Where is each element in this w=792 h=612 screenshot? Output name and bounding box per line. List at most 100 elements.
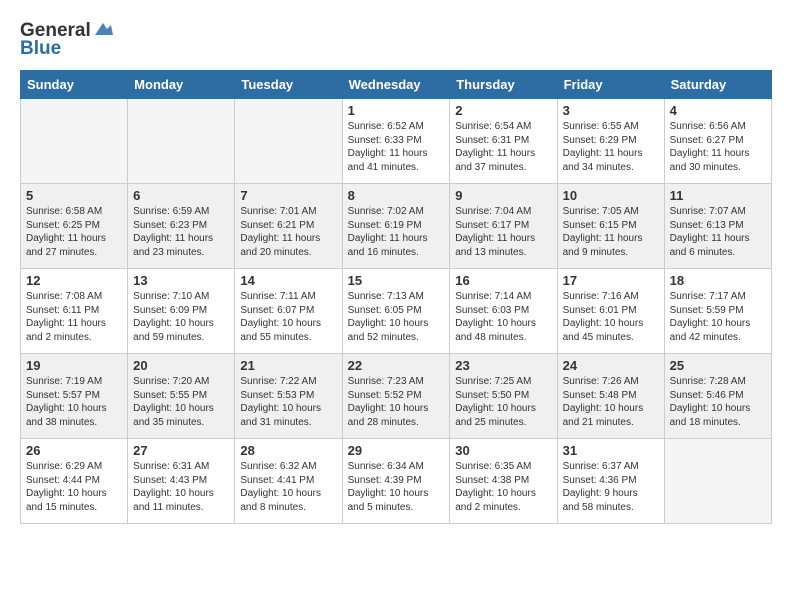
- day-number: 30: [455, 443, 551, 458]
- calendar-week-row: 1 Sunrise: 6:52 AM Sunset: 6:33 PM Daylig…: [21, 99, 772, 184]
- col-header-wednesday: Wednesday: [342, 71, 450, 99]
- calendar-cell: 8 Sunrise: 7:02 AM Sunset: 6:19 PM Daylig…: [342, 184, 450, 269]
- calendar-cell: 4Sunrise: 6:56 AM Sunset: 6:27 PM Daylig…: [664, 99, 771, 184]
- calendar-cell: 20 Sunrise: 7:20 AM Sunset: 5:55 PM Dayli…: [128, 354, 235, 439]
- calendar-cell: 19Sunrise: 7:19 AM Sunset: 5:57 PM Dayli…: [21, 354, 128, 439]
- day-number: 13: [133, 273, 229, 288]
- calendar-cell: 22 Sunrise: 7:23 AM Sunset: 5:52 PM Dayli…: [342, 354, 450, 439]
- day-info: Sunrise: 6:59 AM Sunset: 6:23 PM Dayligh…: [133, 205, 229, 259]
- day-number: 15: [348, 273, 445, 288]
- day-number: 7: [240, 188, 336, 203]
- day-info: Sunrise: 7:17 AM Sunset: 5:59 PM Dayligh…: [670, 290, 766, 344]
- day-info: Sunrise: 6:55 AM Sunset: 6:29 PM Dayligh…: [563, 120, 659, 174]
- calendar-cell: 9 Sunrise: 7:04 AM Sunset: 6:17 PM Daylig…: [450, 184, 557, 269]
- calendar-cell: 31 Sunrise: 6:37 AM Sunset: 4:36 PM Dayli…: [557, 439, 664, 524]
- day-info: Sunrise: 6:58 AM Sunset: 6:25 PM Dayligh…: [26, 205, 122, 259]
- page-header: General Blue: [20, 20, 772, 60]
- calendar-cell: 28 Sunrise: 6:32 AM Sunset: 4:41 PM Dayli…: [235, 439, 342, 524]
- day-number: 4: [670, 103, 766, 118]
- day-info: Sunrise: 6:37 AM Sunset: 4:36 PM Dayligh…: [563, 460, 659, 514]
- calendar-cell: 26 Sunrise: 6:29 AM Sunset: 4:44 PM Dayli…: [21, 439, 128, 524]
- day-number: 18: [670, 273, 766, 288]
- calendar-cell: 24Sunrise: 7:26 AM Sunset: 5:48 PM Dayli…: [557, 354, 664, 439]
- calendar-cell: 25 Sunrise: 7:28 AM Sunset: 5:46 PM Dayli…: [664, 354, 771, 439]
- calendar-cell: 29Sunrise: 6:34 AM Sunset: 4:39 PM Dayli…: [342, 439, 450, 524]
- day-number: 12: [26, 273, 122, 288]
- calendar-header-row: SundayMondayTuesdayWednesdayThursdayFrid…: [21, 71, 772, 99]
- day-number: 28: [240, 443, 336, 458]
- calendar-week-row: 12 Sunrise: 7:08 AM Sunset: 6:11 PM Dayli…: [21, 269, 772, 354]
- day-info: Sunrise: 7:05 AM Sunset: 6:15 PM Dayligh…: [563, 205, 659, 259]
- day-info: Sunrise: 7:10 AM Sunset: 6:09 PM Dayligh…: [133, 290, 229, 344]
- day-info: Sunrise: 6:32 AM Sunset: 4:41 PM Dayligh…: [240, 460, 336, 514]
- calendar-cell: [664, 439, 771, 524]
- day-info: Sunrise: 7:08 AM Sunset: 6:11 PM Dayligh…: [26, 290, 122, 344]
- day-info: Sunrise: 7:11 AM Sunset: 6:07 PM Dayligh…: [240, 290, 336, 344]
- day-info: Sunrise: 6:35 AM Sunset: 4:38 PM Dayligh…: [455, 460, 551, 514]
- day-number: 6: [133, 188, 229, 203]
- day-number: 8: [348, 188, 445, 203]
- day-number: 26: [26, 443, 122, 458]
- day-number: 2: [455, 103, 551, 118]
- day-number: 20: [133, 358, 229, 373]
- calendar-cell: 27 Sunrise: 6:31 AM Sunset: 4:43 PM Dayli…: [128, 439, 235, 524]
- day-info: Sunrise: 7:14 AM Sunset: 6:03 PM Dayligh…: [455, 290, 551, 344]
- day-number: 17: [563, 273, 659, 288]
- calendar-cell: 14 Sunrise: 7:11 AM Sunset: 6:07 PM Dayli…: [235, 269, 342, 354]
- day-number: 27: [133, 443, 229, 458]
- day-info: Sunrise: 7:28 AM Sunset: 5:46 PM Dayligh…: [670, 375, 766, 429]
- day-info: Sunrise: 6:52 AM Sunset: 6:33 PM Dayligh…: [348, 120, 445, 174]
- calendar-cell: 17 Sunrise: 7:16 AM Sunset: 6:01 PM Dayli…: [557, 269, 664, 354]
- day-info: Sunrise: 7:16 AM Sunset: 6:01 PM Dayligh…: [563, 290, 659, 344]
- day-number: 11: [670, 188, 766, 203]
- day-info: Sunrise: 7:02 AM Sunset: 6:19 PM Dayligh…: [348, 205, 445, 259]
- calendar-cell: [128, 99, 235, 184]
- day-info: Sunrise: 7:07 AM Sunset: 6:13 PM Dayligh…: [670, 205, 766, 259]
- day-number: 3: [563, 103, 659, 118]
- calendar-cell: 18 Sunrise: 7:17 AM Sunset: 5:59 PM Dayli…: [664, 269, 771, 354]
- calendar-week-row: 5 Sunrise: 6:58 AM Sunset: 6:25 PM Daylig…: [21, 184, 772, 269]
- calendar-week-row: 19Sunrise: 7:19 AM Sunset: 5:57 PM Dayli…: [21, 354, 772, 439]
- day-number: 14: [240, 273, 336, 288]
- day-number: 9: [455, 188, 551, 203]
- calendar-table: SundayMondayTuesdayWednesdayThursdayFrid…: [20, 70, 772, 524]
- day-info: Sunrise: 7:19 AM Sunset: 5:57 PM Dayligh…: [26, 375, 122, 429]
- calendar-cell: 1 Sunrise: 6:52 AM Sunset: 6:33 PM Daylig…: [342, 99, 450, 184]
- day-info: Sunrise: 6:29 AM Sunset: 4:44 PM Dayligh…: [26, 460, 122, 514]
- day-info: Sunrise: 6:34 AM Sunset: 4:39 PM Dayligh…: [348, 460, 445, 514]
- calendar-cell: [21, 99, 128, 184]
- day-info: Sunrise: 7:22 AM Sunset: 5:53 PM Dayligh…: [240, 375, 336, 429]
- day-number: 23: [455, 358, 551, 373]
- day-number: 16: [455, 273, 551, 288]
- day-number: 5: [26, 188, 122, 203]
- day-number: 25: [670, 358, 766, 373]
- day-info: Sunrise: 7:04 AM Sunset: 6:17 PM Dayligh…: [455, 205, 551, 259]
- calendar-cell: 5 Sunrise: 6:58 AM Sunset: 6:25 PM Daylig…: [21, 184, 128, 269]
- calendar-cell: 23Sunrise: 7:25 AM Sunset: 5:50 PM Dayli…: [450, 354, 557, 439]
- day-number: 1: [348, 103, 445, 118]
- day-number: 24: [563, 358, 659, 373]
- calendar-cell: 6 Sunrise: 6:59 AM Sunset: 6:23 PM Daylig…: [128, 184, 235, 269]
- calendar-cell: 13 Sunrise: 7:10 AM Sunset: 6:09 PM Dayli…: [128, 269, 235, 354]
- day-number: 31: [563, 443, 659, 458]
- calendar-week-row: 26 Sunrise: 6:29 AM Sunset: 4:44 PM Dayli…: [21, 439, 772, 524]
- col-header-saturday: Saturday: [664, 71, 771, 99]
- calendar-cell: 15Sunrise: 7:13 AM Sunset: 6:05 PM Dayli…: [342, 269, 450, 354]
- day-info: Sunrise: 6:31 AM Sunset: 4:43 PM Dayligh…: [133, 460, 229, 514]
- calendar-cell: 21 Sunrise: 7:22 AM Sunset: 5:53 PM Dayli…: [235, 354, 342, 439]
- col-header-monday: Monday: [128, 71, 235, 99]
- day-number: 22: [348, 358, 445, 373]
- day-number: 21: [240, 358, 336, 373]
- calendar-cell: 2Sunrise: 6:54 AM Sunset: 6:31 PM Daylig…: [450, 99, 557, 184]
- day-info: Sunrise: 7:23 AM Sunset: 5:52 PM Dayligh…: [348, 375, 445, 429]
- logo: General Blue: [20, 20, 115, 60]
- calendar-cell: 10 Sunrise: 7:05 AM Sunset: 6:15 PM Dayli…: [557, 184, 664, 269]
- day-number: 10: [563, 188, 659, 203]
- logo-blue-text: Blue: [20, 38, 61, 60]
- calendar-cell: 30 Sunrise: 6:35 AM Sunset: 4:38 PM Dayli…: [450, 439, 557, 524]
- calendar-cell: 11 Sunrise: 7:07 AM Sunset: 6:13 PM Dayli…: [664, 184, 771, 269]
- calendar-cell: 16 Sunrise: 7:14 AM Sunset: 6:03 PM Dayli…: [450, 269, 557, 354]
- day-info: Sunrise: 7:01 AM Sunset: 6:21 PM Dayligh…: [240, 205, 336, 259]
- day-info: Sunrise: 7:20 AM Sunset: 5:55 PM Dayligh…: [133, 375, 229, 429]
- calendar-cell: 7 Sunrise: 7:01 AM Sunset: 6:21 PM Daylig…: [235, 184, 342, 269]
